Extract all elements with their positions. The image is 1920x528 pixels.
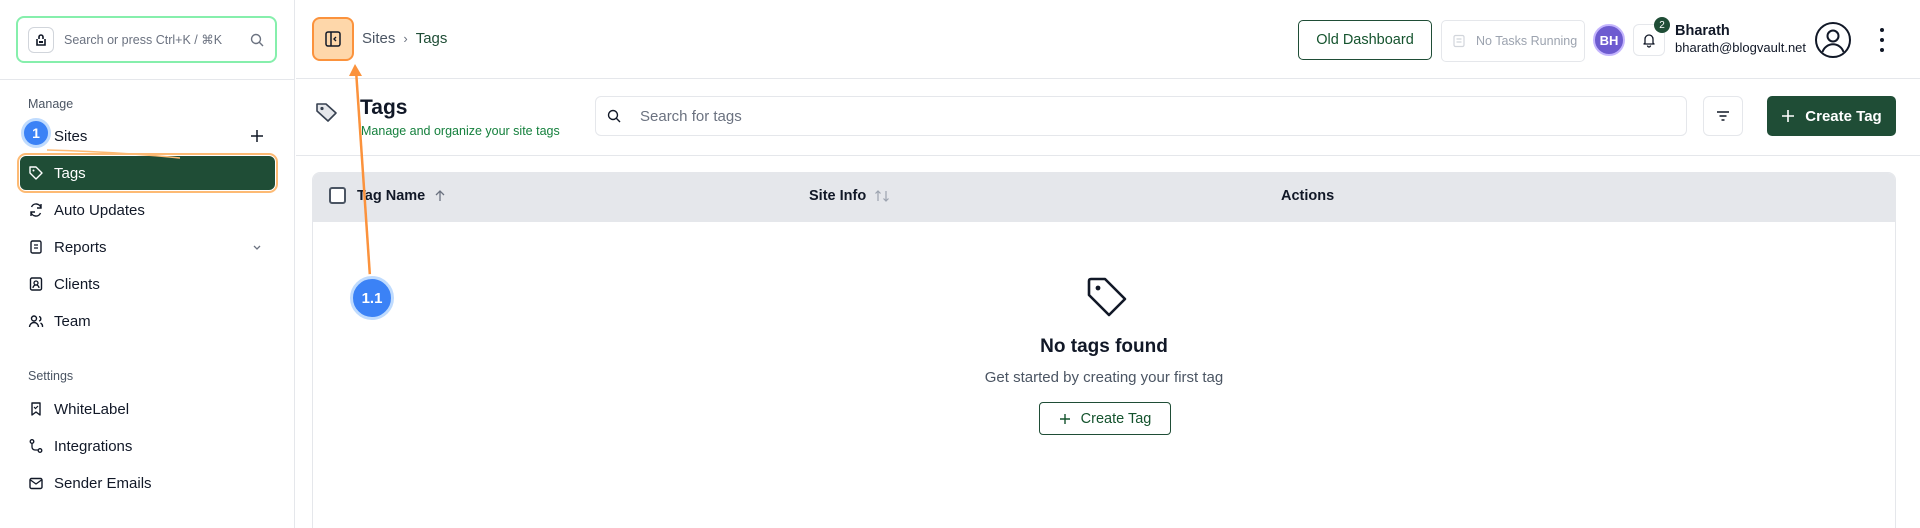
sidebar-item-reports[interactable]: Reports — [20, 230, 275, 264]
user-profile-icon[interactable] — [1814, 21, 1852, 59]
plus-icon — [1782, 110, 1795, 122]
empty-state-subtitle: Get started by creating your first tag — [984, 369, 1224, 386]
section-label-manage: Manage — [28, 97, 74, 111]
breadcrumb-current: Tags — [415, 30, 448, 47]
more-options-icon[interactable] — [1878, 28, 1886, 52]
search-icon — [607, 109, 621, 123]
avatar[interactable]: BH — [1593, 24, 1625, 56]
top-header: Sites › Tags Old Dashboard No Tasks Runn… — [296, 0, 1920, 79]
tasks-icon — [1453, 34, 1465, 48]
client-icon — [28, 276, 44, 292]
tags-table: Tag Name Site Info Actions No tags found… — [312, 172, 1896, 528]
sidebar-item-whitelabel[interactable]: WhiteLabel — [20, 392, 275, 426]
sidebar: Search or press Ctrl+K / ⌘K Manage Sites… — [0, 0, 295, 528]
sidebar-item-tags[interactable]: Tags — [17, 153, 278, 193]
empty-create-tag-button[interactable]: Create Tag — [1039, 402, 1171, 435]
sidebar-divider — [0, 79, 295, 80]
column-actions: Actions — [1281, 188, 1335, 204]
annotation-badge-1: 1 — [21, 118, 51, 148]
sidebar-item-clients[interactable]: Clients — [20, 267, 275, 301]
old-dashboard-button[interactable]: Old Dashboard — [1298, 20, 1432, 60]
notification-count-badge: 2 — [1654, 17, 1670, 33]
column-tag-name[interactable]: Tag Name — [357, 188, 447, 204]
sort-icon — [875, 190, 890, 202]
sidebar-toggle-button[interactable] — [312, 17, 354, 61]
report-icon — [28, 239, 44, 255]
breadcrumb: Sites › Tags — [362, 30, 447, 47]
column-site-info-label: Site Info — [809, 188, 867, 204]
sidebar-item-label: Sites — [54, 127, 88, 145]
breadcrumb-sites-link[interactable]: Sites — [362, 30, 395, 47]
bookmark-icon — [28, 401, 44, 417]
tags-page-icon — [316, 103, 337, 122]
global-search-placeholder: Search or press Ctrl+K / ⌘K — [64, 33, 223, 47]
sidebar-item-label: Auto Updates — [54, 201, 145, 219]
tag-icon — [28, 165, 44, 181]
sidebar-item-label: WhiteLabel — [54, 400, 130, 418]
sidebar-item-sender-emails[interactable]: Sender Emails — [20, 466, 275, 500]
integrations-icon — [28, 438, 44, 454]
sidebar-item-label: Integrations — [54, 437, 133, 455]
sidebar-item-label: Tags — [54, 164, 86, 182]
chevron-down-icon — [253, 245, 261, 250]
tasks-status[interactable]: No Tasks Running — [1441, 20, 1585, 62]
page-title: Tags — [360, 96, 408, 119]
breadcrumb-separator: › — [403, 31, 408, 46]
create-tag-label: Create Tag — [1805, 107, 1882, 125]
sidebar-item-integrations[interactable]: Integrations — [20, 429, 275, 463]
filter-button[interactable] — [1703, 96, 1743, 136]
sidebar-item-label: Clients — [54, 275, 100, 293]
empty-create-tag-label: Create Tag — [1080, 410, 1152, 427]
select-all-checkbox[interactable] — [329, 187, 346, 204]
content-divider — [296, 155, 1920, 156]
column-site-info[interactable]: Site Info — [809, 188, 890, 204]
app-logo-icon — [28, 26, 54, 53]
plus-icon — [1059, 413, 1070, 424]
sidebar-item-auto-updates[interactable]: Auto Updates — [20, 193, 275, 227]
sidebar-item-team[interactable]: Team — [20, 304, 275, 338]
team-icon — [28, 313, 44, 329]
page-subtitle: Manage and organize your site tags — [361, 124, 560, 138]
user-name: Bharath — [1675, 23, 1730, 39]
sidebar-item-label: Team — [54, 312, 91, 330]
tag-search-input[interactable] — [640, 107, 1540, 125]
annotation-badge-1-1: 1.1 — [350, 276, 394, 320]
tasks-status-text: No Tasks Running — [1476, 34, 1578, 48]
refresh-icon — [28, 202, 44, 218]
sidebar-item-sites[interactable]: Sites — [20, 119, 275, 153]
tag-search-box[interactable] — [595, 96, 1687, 136]
create-tag-button[interactable]: Create Tag — [1767, 96, 1896, 136]
bell-icon — [1643, 34, 1655, 48]
sort-ascending-icon — [435, 190, 445, 201]
empty-state-title: No tags found — [1040, 336, 1168, 357]
table-header: Tag Name Site Info Actions — [313, 173, 1895, 222]
add-site-plus-icon[interactable] — [249, 128, 265, 144]
mail-icon — [28, 475, 44, 491]
filter-icon — [1717, 111, 1729, 121]
sidebar-item-label: Sender Emails — [54, 474, 152, 492]
sidebar-item-label: Reports — [54, 238, 107, 256]
panel-left-icon — [325, 31, 341, 47]
column-tag-name-label: Tag Name — [357, 188, 426, 204]
global-search-box[interactable]: Search or press Ctrl+K / ⌘K — [16, 16, 277, 63]
search-icon — [250, 33, 264, 46]
section-label-settings: Settings — [28, 369, 74, 383]
user-email: bharath@blogvault.net — [1675, 40, 1807, 55]
tag-icon — [1087, 277, 1127, 317]
